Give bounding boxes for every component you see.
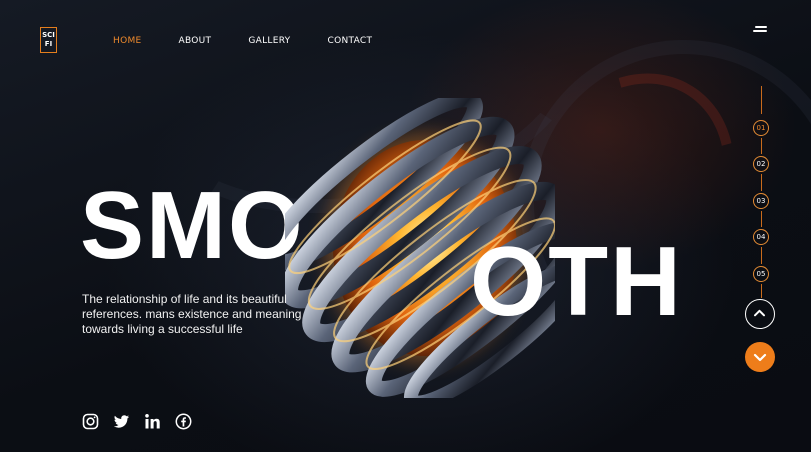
pager-dot-03[interactable]: 03	[753, 193, 769, 209]
linkedin-icon[interactable]	[144, 413, 161, 430]
pager-line	[761, 174, 762, 191]
pager-line	[761, 247, 762, 264]
pager-dot-04[interactable]: 04	[753, 229, 769, 245]
hero-word-left: SMO	[80, 172, 305, 279]
pager-dot-05[interactable]: 05	[753, 266, 769, 282]
slide-pager: 01 02 03 04 05	[741, 86, 775, 372]
facebook-icon[interactable]	[175, 413, 192, 430]
pager-line	[761, 284, 762, 298]
pager-line	[761, 138, 762, 154]
social-links	[82, 413, 206, 430]
main-nav: HOME ABOUT GALLERY CONTACT	[113, 36, 409, 46]
twitter-icon[interactable]	[113, 413, 130, 430]
pager-dot-01[interactable]: 01	[753, 120, 769, 136]
chevron-down-icon	[753, 353, 767, 362]
pager-line	[761, 211, 762, 227]
scroll-up-button[interactable]	[745, 299, 775, 329]
nav-contact[interactable]: CONTACT	[327, 36, 372, 46]
instagram-icon[interactable]	[82, 413, 99, 430]
logo-line-1: SCI	[42, 31, 55, 39]
logo[interactable]: SCI FI	[40, 27, 57, 53]
nav-home[interactable]: HOME	[113, 36, 142, 46]
scroll-down-button[interactable]	[745, 342, 775, 372]
nav-gallery[interactable]: GALLERY	[248, 36, 290, 46]
hero-word-right: OTH	[470, 226, 683, 336]
chevron-up-icon	[754, 309, 765, 317]
pager-dot-02[interactable]: 02	[753, 156, 769, 172]
pager-line	[761, 86, 762, 114]
logo-line-2: FI	[44, 40, 53, 48]
hero-description: The relationship of life and its beautif…	[82, 292, 302, 336]
hamburger-menu-icon[interactable]	[753, 26, 767, 34]
nav-about[interactable]: ABOUT	[179, 36, 212, 46]
